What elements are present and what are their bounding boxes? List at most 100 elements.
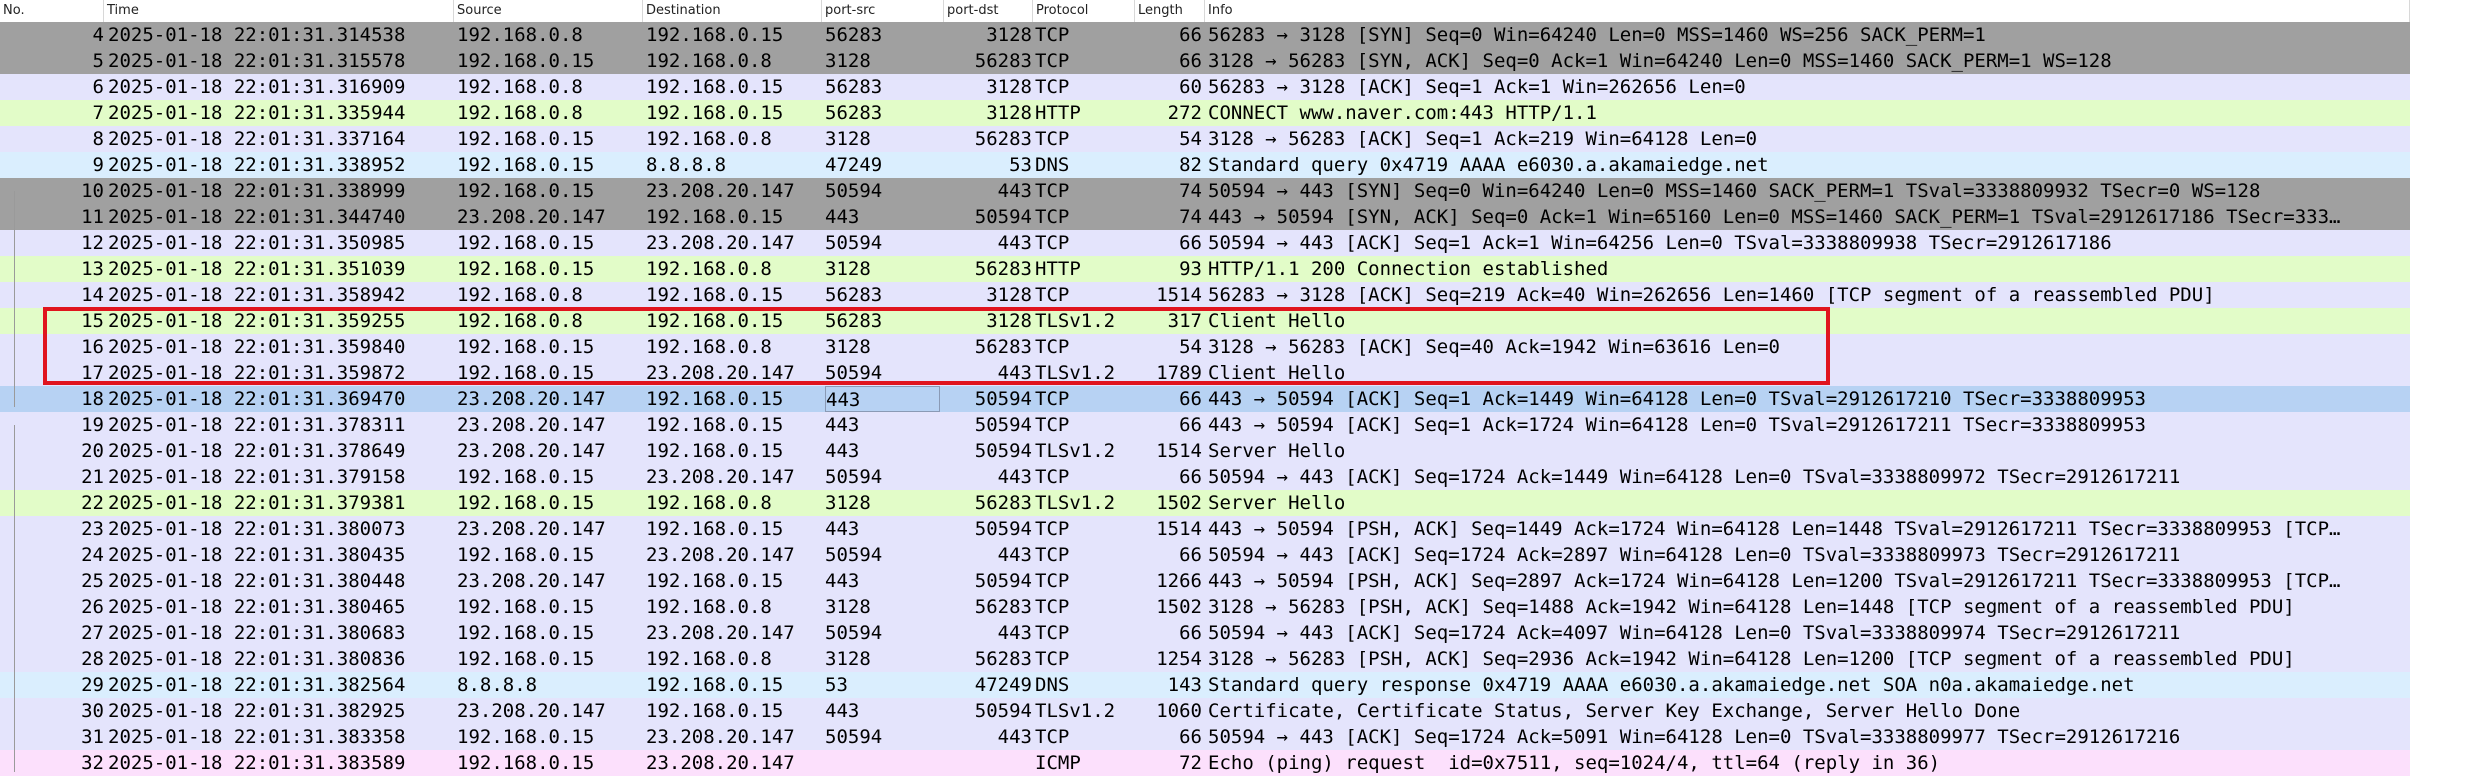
packet-destination: 23.208.20.147 (646, 466, 795, 488)
packet-port-src: 50594 (825, 622, 883, 644)
packet-source: 8.8.8.8 (457, 674, 538, 696)
packet-row[interactable]: 14 2025-01-18 22:01:31.358942 192.168.0.8 1… (0, 282, 2410, 308)
packet-port-dst: 443 (997, 544, 1032, 566)
packet-source: 23.208.20.147 (457, 206, 606, 228)
packet-row[interactable]: 23 2025-01-18 22:01:31.380073 23.208.20.14… (0, 516, 2410, 542)
packet-row[interactable]: 8 2025-01-18 22:01:31.337164 192.168.0.15 1… (0, 126, 2410, 152)
packet-port-src: 56283 (825, 76, 883, 98)
packet-port-dst: 3128 (986, 102, 1032, 124)
packet-length: 1502 (1156, 492, 1202, 514)
column-header-port-src[interactable]: port-src (822, 0, 944, 22)
packet-port-src: 50594 (825, 180, 883, 202)
column-header-time[interactable]: Time (104, 0, 454, 22)
packet-destination: 23.208.20.147 (646, 180, 795, 202)
packet-source: 23.208.20.147 (457, 518, 606, 540)
packet-row[interactable]: 21 2025-01-18 22:01:31.379158 192.168.0.15… (0, 464, 2410, 490)
packet-source: 192.168.0.15 (457, 362, 595, 384)
packet-info: 443 → 50594 [PSH, ACK] Seq=2897 Ack=1724… (1208, 570, 2341, 592)
packet-port-dst: 50594 (974, 388, 1032, 410)
packet-row[interactable]: 16 2025-01-18 22:01:31.359840 192.168.0.15… (0, 334, 2410, 360)
packet-port-src: 56283 (825, 310, 883, 332)
packet-time: 2025-01-18 22:01:31.378311 (108, 414, 406, 436)
packet-source: 192.168.0.15 (457, 648, 595, 670)
packet-row[interactable]: 26 2025-01-18 22:01:31.380465 192.168.0.15… (0, 594, 2410, 620)
packet-time: 2025-01-18 22:01:31.380435 (108, 544, 406, 566)
column-header-no[interactable]: No. (0, 0, 104, 22)
packet-row[interactable]: 19 2025-01-18 22:01:31.378311 23.208.20.14… (0, 412, 2410, 438)
packet-row[interactable]: 4 2025-01-18 22:01:31.314538 192.168.0.8 19… (0, 22, 2410, 48)
packet-row[interactable]: 5 2025-01-18 22:01:31.315578 192.168.0.15 1… (0, 48, 2410, 74)
packet-destination: 192.168.0.15 (646, 388, 784, 410)
column-header-length[interactable]: Length (1135, 0, 1205, 22)
packet-length: 272 (1167, 102, 1202, 124)
packet-row[interactable]: 32 2025-01-18 22:01:31.383589 192.168.0.15… (0, 750, 2410, 776)
column-header-protocol[interactable]: Protocol (1033, 0, 1135, 22)
packet-length: 1060 (1156, 700, 1202, 722)
packet-port-src: 50594 (825, 362, 883, 384)
packet-source: 23.208.20.147 (457, 440, 606, 462)
column-header-info[interactable]: Info (1205, 0, 2410, 22)
packet-source: 192.168.0.15 (457, 180, 595, 202)
packet-time: 2025-01-18 22:01:31.383358 (108, 726, 406, 748)
packet-destination: 23.208.20.147 (646, 752, 795, 774)
packet-info: HTTP/1.1 200 Connection established (1208, 258, 1609, 280)
packet-port-dst: 443 (997, 232, 1032, 254)
packet-length: 1514 (1156, 440, 1202, 462)
packet-row[interactable]: 18 2025-01-18 22:01:31.369470 23.208.20.14… (0, 386, 2410, 412)
packet-row[interactable]: 11 2025-01-18 22:01:31.344740 23.208.20.14… (0, 204, 2410, 230)
packet-row[interactable]: 12 2025-01-18 22:01:31.350985 192.168.0.15… (0, 230, 2410, 256)
packet-length: 1266 (1156, 570, 1202, 592)
packet-row[interactable]: 15 2025-01-18 22:01:31.359255 192.168.0.8 1… (0, 308, 2410, 334)
packet-row[interactable]: 9 2025-01-18 22:01:31.338952 192.168.0.15 8… (0, 152, 2410, 178)
column-header-source[interactable]: Source (454, 0, 643, 22)
packet-number: 6 (92, 76, 104, 98)
packet-row[interactable]: 13 2025-01-18 22:01:31.351039 192.168.0.15… (0, 256, 2410, 282)
column-header-port-dst[interactable]: port-dst (944, 0, 1033, 22)
packet-row[interactable]: 24 2025-01-18 22:01:31.380435 192.168.0.15… (0, 542, 2410, 568)
packet-row[interactable]: 28 2025-01-18 22:01:31.380836 192.168.0.15… (0, 646, 2410, 672)
packet-row[interactable]: 31 2025-01-18 22:01:31.383358 192.168.0.15… (0, 724, 2410, 750)
packet-port-src: 50594 (825, 232, 883, 254)
packet-row[interactable]: 20 2025-01-18 22:01:31.378649 23.208.20.14… (0, 438, 2410, 464)
packet-length: 1254 (1156, 648, 1202, 670)
packet-info: 50594 → 443 [SYN] Seq=0 Win=64240 Len=0 … (1208, 180, 2261, 202)
packet-row[interactable]: 6 2025-01-18 22:01:31.316909 192.168.0.8 19… (0, 74, 2410, 100)
packet-length: 74 (1179, 180, 1202, 202)
packet-time: 2025-01-18 22:01:31.369470 (108, 388, 406, 410)
packet-port-src: 443 (825, 700, 860, 722)
packet-length: 74 (1179, 206, 1202, 228)
packet-info: 443 → 50594 [ACK] Seq=1 Ack=1449 Win=641… (1208, 388, 2146, 410)
packet-row[interactable]: 27 2025-01-18 22:01:31.380683 192.168.0.15… (0, 620, 2410, 646)
packet-info: Server Hello (1208, 440, 1346, 462)
packet-time: 2025-01-18 22:01:31.316909 (108, 76, 406, 98)
packet-time: 2025-01-18 22:01:31.379381 (108, 492, 406, 514)
packet-source: 23.208.20.147 (457, 570, 606, 592)
packet-info: 50594 → 443 [ACK] Seq=1724 Ack=5091 Win=… (1208, 726, 2181, 748)
packet-port-src: 3128 (825, 258, 871, 280)
packet-port-src: 56283 (825, 24, 883, 46)
packet-row[interactable]: 22 2025-01-18 22:01:31.379381 192.168.0.15… (0, 490, 2410, 516)
packet-destination: 192.168.0.15 (646, 570, 784, 592)
packet-destination: 192.168.0.15 (646, 76, 784, 98)
column-header-destination[interactable]: Destination (643, 0, 822, 22)
packet-row[interactable]: 7 2025-01-18 22:01:31.335944 192.168.0.8 19… (0, 100, 2410, 126)
packet-source: 192.168.0.15 (457, 232, 595, 254)
packet-destination: 192.168.0.8 (646, 128, 772, 150)
packet-row[interactable]: 17 2025-01-18 22:01:31.359872 192.168.0.15… (0, 360, 2410, 386)
packet-port-dst: 56283 (974, 128, 1032, 150)
packet-length: 54 (1179, 336, 1202, 358)
packet-time: 2025-01-18 22:01:31.383589 (108, 752, 406, 774)
conversation-bracket (14, 425, 25, 772)
packet-info: 50594 → 443 [ACK] Seq=1724 Ack=2897 Win=… (1208, 544, 2181, 566)
packet-row[interactable]: 30 2025-01-18 22:01:31.382925 23.208.20.14… (0, 698, 2410, 724)
packet-destination: 192.168.0.8 (646, 258, 772, 280)
packet-row[interactable]: 25 2025-01-18 22:01:31.380448 23.208.20.14… (0, 568, 2410, 594)
packet-row[interactable]: 29 2025-01-18 22:01:31.382564 8.8.8.8 192.1… (0, 672, 2410, 698)
packet-row[interactable]: 10 2025-01-18 22:01:31.338999 192.168.0.15… (0, 178, 2410, 204)
packet-length: 317 (1167, 310, 1202, 332)
packet-destination: 192.168.0.15 (646, 102, 784, 124)
packet-source: 192.168.0.15 (457, 726, 595, 748)
packet-port-src: 443 (825, 386, 940, 412)
packet-port-dst: 56283 (974, 648, 1032, 670)
packet-time: 2025-01-18 22:01:31.379158 (108, 466, 406, 488)
